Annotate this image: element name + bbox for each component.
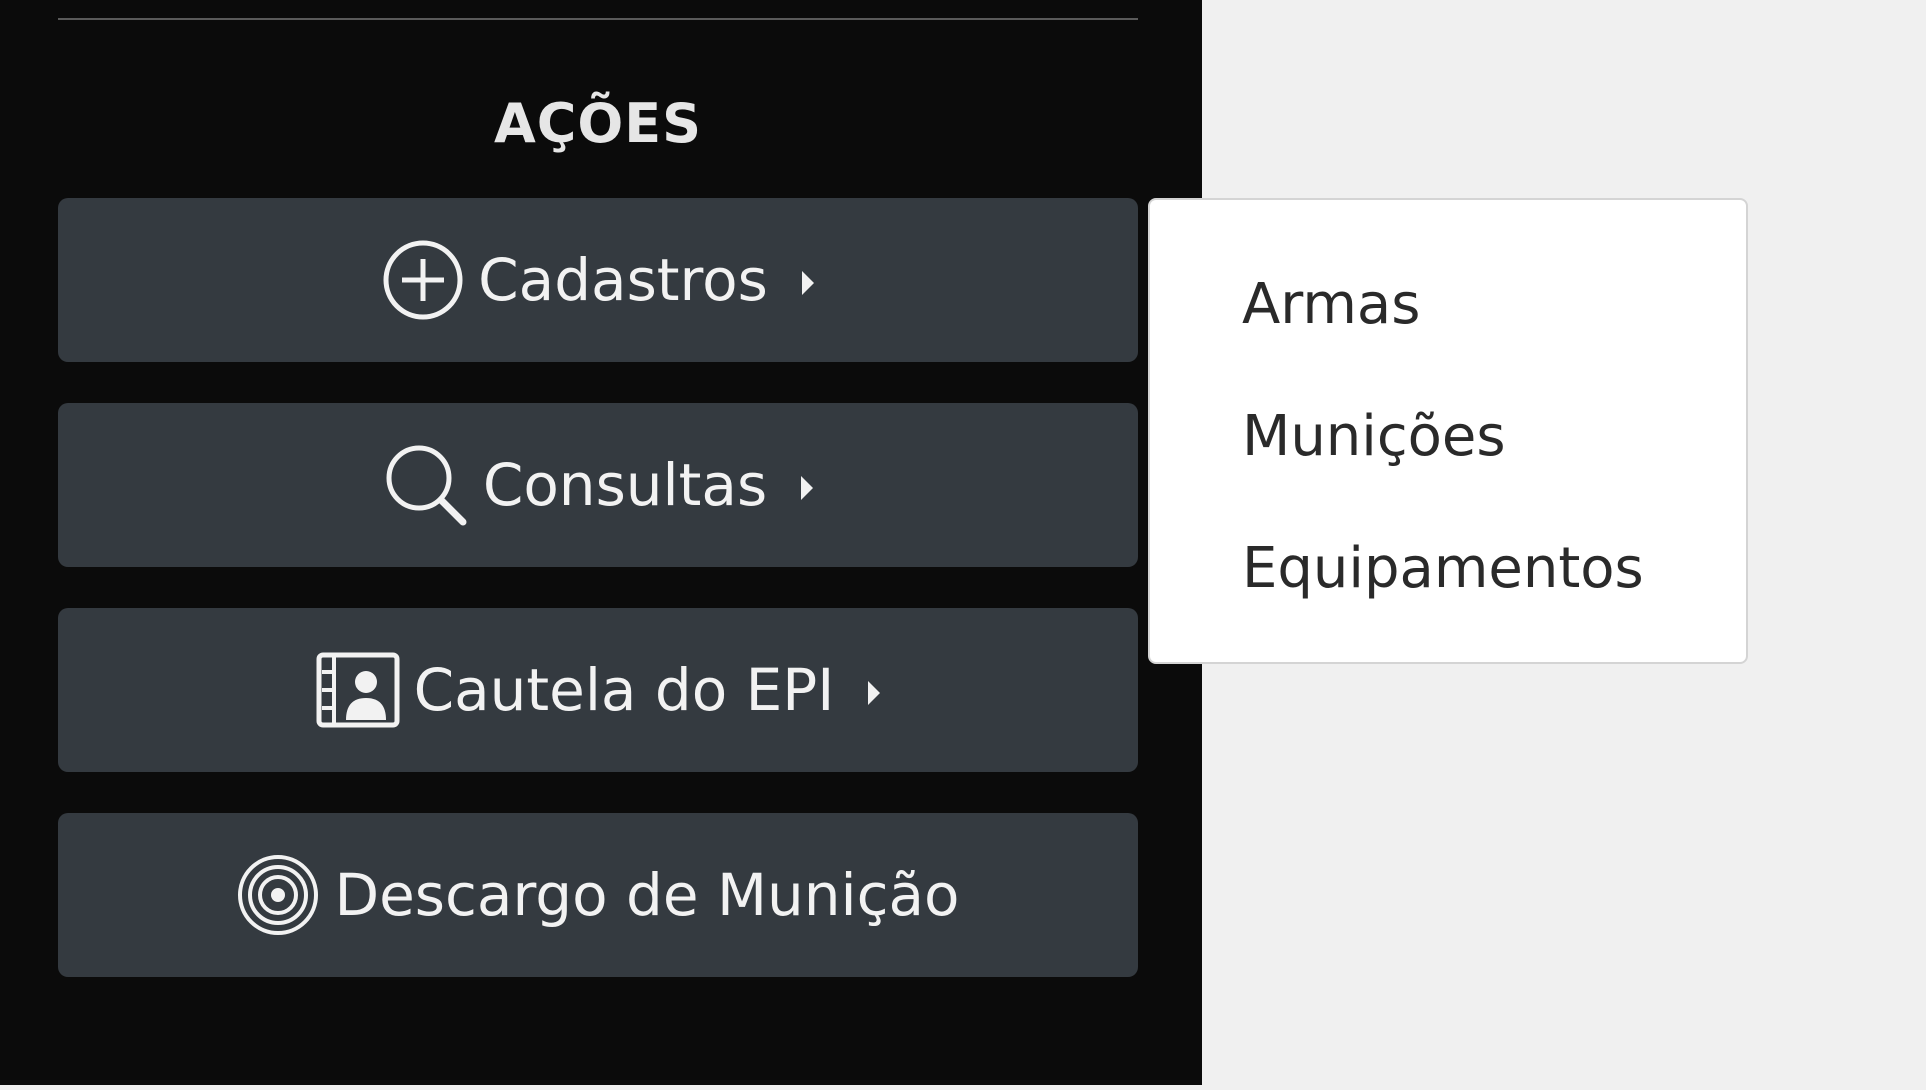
- cautela-epi-label: Cautela do EPI: [413, 656, 835, 724]
- dropdown-item-armas[interactable]: Armas: [1150, 260, 1746, 392]
- target-icon: [236, 853, 320, 937]
- cautela-epi-button[interactable]: Cautela do EPI: [58, 608, 1138, 772]
- section-title: AÇÕES: [493, 92, 703, 155]
- cadastros-dropdown-menu: Armas Munições Equipamentos: [1148, 198, 1748, 664]
- cadastros-button[interactable]: Cadastros: [58, 198, 1138, 362]
- descargo-municao-button[interactable]: Descargo de Munição: [58, 813, 1138, 977]
- dropdown-item-municoes[interactable]: Munições: [1150, 392, 1746, 524]
- cadastros-label: Cadastros: [478, 246, 768, 314]
- caret-right-icon: [801, 476, 814, 500]
- page: AÇÕES Cadastros Consultas Cautela do EPI…: [0, 0, 1926, 1090]
- plus-circle-icon: [382, 239, 464, 321]
- consultas-label: Consultas: [482, 451, 768, 519]
- descargo-municao-label: Descargo de Munição: [334, 861, 960, 929]
- sidebar: AÇÕES Cadastros Consultas Cautela do EPI…: [0, 0, 1202, 1085]
- caret-right-icon: [801, 271, 814, 295]
- sidebar-divider: [58, 18, 1138, 20]
- dropdown-item-equipamentos[interactable]: Equipamentos: [1150, 524, 1746, 656]
- id-card-icon: [316, 652, 400, 728]
- caret-right-icon: [868, 681, 881, 705]
- consultas-button[interactable]: Consultas: [58, 403, 1138, 567]
- search-icon: [383, 442, 469, 528]
